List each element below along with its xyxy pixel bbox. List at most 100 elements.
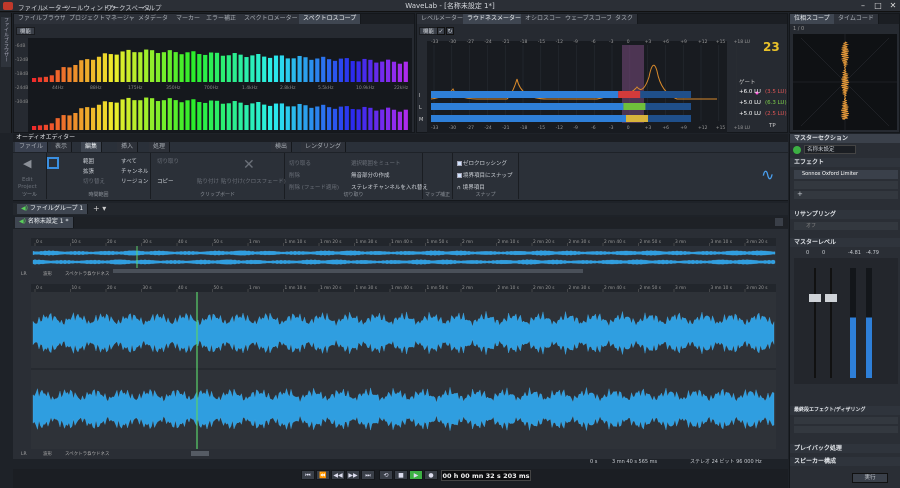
ribbon-tab-file[interactable]: ファイル: [15, 142, 49, 152]
spectrum-bar: [173, 52, 178, 82]
master-faders[interactable]: [790, 258, 900, 388]
ribbon-tab-detect[interactable]: 検出: [271, 142, 293, 152]
spectro-functions-button[interactable]: 機能: [16, 27, 36, 35]
minimize-icon[interactable]: –: [856, 1, 870, 11]
ruler-label: 2 mn 30 s: [569, 285, 591, 291]
next-marker-icon[interactable]: ⏭: [361, 470, 375, 480]
phase-corner-label: 1 / 0: [793, 26, 805, 32]
spectrum-bar: [362, 106, 367, 130]
loudness-functions-button[interactable]: 機能: [419, 27, 439, 35]
edit-label[interactable]: Edit: [22, 177, 33, 183]
record-icon[interactable]: ●: [424, 470, 438, 480]
scale-label: -3: [609, 125, 614, 131]
file-group-tab[interactable]: ◀) ファイルグループ 1: [17, 204, 89, 214]
view-tab[interactable]: LR: [21, 451, 27, 457]
view-tab[interactable]: 波形: [43, 270, 52, 277]
ribbon-tab-render[interactable]: レンダリング: [301, 142, 347, 152]
view-tab[interactable]: 波形: [43, 450, 52, 457]
tab-loudness-meter[interactable]: ラウドネスメーター: [463, 14, 527, 24]
waveform-display[interactable]: 0 s 10 s 20 s 30 s 40 s 50 s 1 mn 1 mn 10 s 1 mn…: [13, 229, 788, 459]
ribbon-tab-view[interactable]: 表示: [51, 142, 73, 152]
tab-task[interactable]: タスク: [611, 14, 639, 24]
speaker-icon[interactable]: ◀: [23, 157, 35, 170]
editor-title: オーディオエディター: [16, 134, 76, 141]
fader-knob[interactable]: [809, 294, 821, 302]
tab-metadata[interactable]: メタデータ: [134, 14, 174, 24]
swap-channels-item[interactable]: ステレオチャンネルを入れ替え: [351, 183, 428, 191]
file-tab[interactable]: ◀) 名称未設定 1 *: [15, 217, 74, 228]
ruler-label: 10 s: [72, 285, 82, 291]
final-slot[interactable]: [794, 426, 898, 433]
fader-knob[interactable]: [825, 294, 837, 302]
tp-label: TP: [769, 123, 776, 129]
delete-item[interactable]: 削除: [289, 171, 300, 179]
empty-slot[interactable]: [794, 181, 898, 189]
cut-item[interactable]: 切り取り: [157, 157, 179, 165]
view-tab[interactable]: ラウドネス: [87, 450, 110, 457]
tab-phasescope[interactable]: 位相スコープ: [790, 14, 835, 24]
status-format: ステレオ 24 ビット 96 000 Hz: [690, 459, 762, 465]
mute-selection-item[interactable]: 選択範囲をミュート: [351, 159, 401, 167]
final-slot[interactable]: [794, 417, 898, 424]
delete-fade-item[interactable]: 削除 (フェード適用): [289, 183, 339, 191]
paste-crossfade-item[interactable]: 貼り付け(クロスフェード): [221, 177, 286, 185]
ribbon-tab-process[interactable]: 処理: [149, 142, 171, 152]
resampling-off[interactable]: オフ: [794, 222, 898, 230]
snap-boundary-checkbox[interactable]: 境界項目にスナップ: [457, 171, 513, 179]
extend-item[interactable]: 拡張: [83, 167, 94, 175]
forward-icon[interactable]: ▶▶: [346, 470, 360, 480]
checkbox-icon[interactable]: [457, 173, 462, 178]
side-tab-file-browser[interactable]: ファイルブラウザー: [1, 17, 11, 67]
view-tab[interactable]: ラウドネス: [87, 270, 110, 277]
prev-marker-icon[interactable]: ⏪: [316, 470, 330, 480]
check-icon[interactable]: ✓: [437, 27, 445, 35]
create-silence-item[interactable]: 無音部分の作成: [351, 171, 390, 179]
tab-timecode[interactable]: タイムコード: [834, 14, 879, 24]
scale-label: 0: [627, 39, 630, 45]
tab-error-correction[interactable]: エラー補正: [202, 14, 242, 24]
stop-icon[interactable]: ■: [394, 470, 408, 480]
ribbon-tab-edit[interactable]: 編集: [81, 142, 103, 152]
paste-item[interactable]: 貼り付け: [197, 177, 219, 185]
tab-markers[interactable]: マーカー: [172, 14, 206, 24]
spectrum-bar: [61, 67, 66, 82]
add-effect-icon[interactable]: +: [794, 191, 898, 199]
range-select-icon[interactable]: [47, 157, 59, 169]
copy-item[interactable]: コピー: [157, 177, 174, 185]
checkbox-icon[interactable]: [457, 161, 462, 166]
crossfade-icon[interactable]: ✕: [243, 157, 255, 173]
tab-spectrometer[interactable]: スペクトロメーター: [240, 14, 303, 24]
plugin-slot[interactable]: Sonnox Oxford Limiter: [794, 170, 898, 179]
ribbon-tab-insert[interactable]: 挿入: [117, 142, 139, 152]
maximize-icon[interactable]: □: [871, 1, 885, 11]
trim-item[interactable]: 切り取る: [289, 159, 311, 167]
power-icon[interactable]: [793, 146, 801, 154]
boundary-items-button[interactable]: ∩ 境界項目: [457, 183, 485, 191]
channel-item[interactable]: チャンネル: [121, 167, 148, 175]
region-item[interactable]: リージョン: [121, 177, 148, 185]
loop-icon[interactable]: ⟲: [379, 470, 393, 480]
range-item[interactable]: 範囲: [83, 157, 94, 165]
spectrum-bar: [185, 52, 190, 82]
render-button[interactable]: 実行: [852, 473, 888, 483]
project-label[interactable]: Project: [18, 184, 37, 190]
status-row: 0 s 3 mn 40 s 565 ms ステレオ 24 ビット 96 000 …: [576, 458, 788, 466]
close-icon[interactable]: ✕: [886, 1, 900, 11]
gate-label: ゲート: [739, 80, 756, 86]
tab-level-meter[interactable]: レベルメーター: [417, 14, 469, 24]
go-start-icon[interactable]: ⏮: [301, 470, 315, 480]
tab-spectroscope[interactable]: スペクトロスコープ: [299, 14, 362, 24]
panel-menu-icon[interactable]: [775, 218, 783, 226]
add-tab-icon[interactable]: + ▾: [93, 204, 106, 213]
play-icon[interactable]: ▶: [409, 470, 423, 480]
spectrum-bar: [203, 102, 208, 130]
preset-field[interactable]: 名称未設定: [804, 145, 856, 154]
toggle-item[interactable]: 切り替え: [83, 177, 105, 185]
view-tab[interactable]: LR: [21, 271, 27, 277]
group-label-map: マップ補正: [424, 192, 450, 198]
tab-wavescope[interactable]: ウェーブスコープ: [561, 14, 618, 24]
zero-crossing-checkbox[interactable]: ゼロクロッシング: [457, 159, 507, 167]
all-item[interactable]: すべて: [121, 157, 137, 165]
reset-icon[interactable]: ↻: [446, 27, 454, 35]
rewind-icon[interactable]: ◀◀: [331, 470, 345, 480]
